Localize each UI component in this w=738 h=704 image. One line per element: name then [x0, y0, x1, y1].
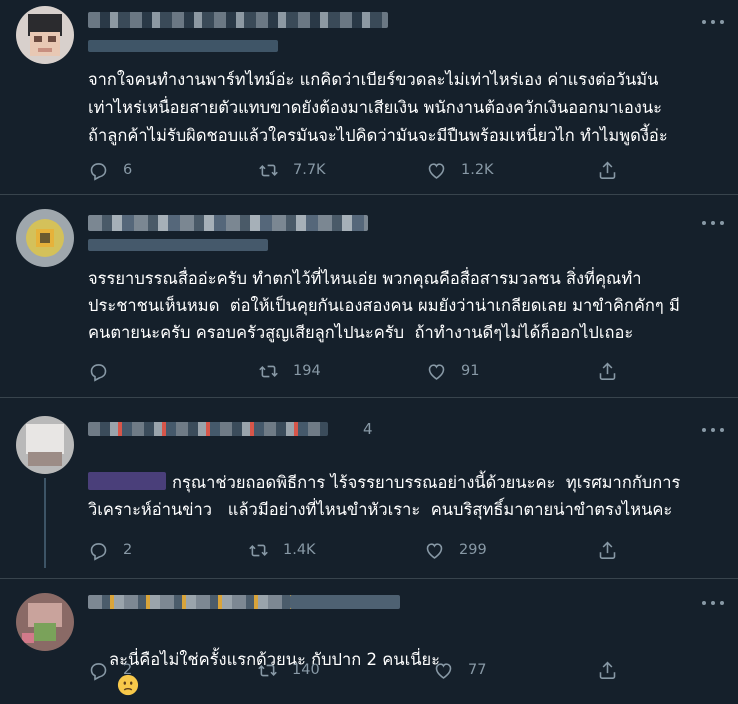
tweet-text-line: จากใจคนทำงานพาร์ทไทม์อ่ะ แกคิดว่าเบียร์ข…: [88, 70, 659, 89]
reply-count: 2: [123, 662, 133, 678]
more-icon[interactable]: [702, 18, 724, 26]
author-name-blurred[interactable]: [88, 215, 368, 231]
avatar[interactable]: [16, 416, 74, 474]
tweet-actions: 2 1.4K 299: [88, 538, 728, 562]
share-icon: [599, 362, 616, 380]
retweet-button[interactable]: 1.4K: [248, 538, 316, 562]
share-button[interactable]: [597, 158, 632, 182]
more-icon[interactable]: [702, 599, 724, 607]
author-handle-blurred: [88, 40, 278, 52]
tweet-3[interactable]: 4 กรุณาช่วยถอดพิธีการ ไร้จรรยาบรรณอย่างน…: [0, 398, 738, 578]
tweet-4[interactable]: ละนี่คือไม่ใช่ครั้งแรกด้วยนะ กับปาก 2 คน…: [0, 579, 738, 704]
author-name-blurred[interactable]: [88, 422, 328, 436]
share-icon: [599, 541, 616, 559]
retweet-count: 140: [292, 662, 320, 678]
reply-count: 6: [123, 162, 133, 178]
author-name-blurred[interactable]: [88, 12, 388, 28]
tweet-text-line: ประชาชนเห็นหมด ต่อให้เป็นคุยกันเองสองคน …: [88, 296, 680, 315]
avatar[interactable]: [16, 209, 74, 267]
tweet-actions: 194 91: [88, 359, 728, 383]
author-handle-blurred: [88, 239, 268, 251]
reply-icon: [90, 662, 107, 681]
tweet-text-line: ถ้าลูกค้าไม่รับผิดชอบแล้วใครมันจะไปคิดว่…: [88, 126, 668, 145]
tweet-text-line: จรรยาบรรณสื่ออ่ะครับ ทำตกไว้ที่ไหนเอ่ย พ…: [88, 269, 642, 288]
tweet-text-line: คนตายนะครับ ครอบครัวสูญเสียลูกไปนะครับ ถ…: [88, 323, 634, 342]
like-count: 1.2K: [461, 162, 494, 178]
tweet-actions: 6 7.7K 1.2K: [88, 158, 728, 182]
like-button[interactable]: 1.2K: [426, 158, 494, 182]
retweet-count: 1.4K: [283, 542, 316, 558]
reply-icon: [90, 363, 107, 382]
retweet-icon: [249, 544, 268, 556]
avatar[interactable]: [16, 593, 74, 651]
heart-icon: [428, 363, 445, 380]
reply-count: 2: [123, 542, 133, 558]
retweet-icon: [259, 365, 278, 377]
like-count: 77: [468, 662, 487, 678]
reply-button[interactable]: [88, 359, 123, 383]
more-icon[interactable]: [702, 426, 724, 434]
tweet-text-line: วิเคราะห์อ่านข่าว แล้วมีอย่างที่ไหนขำหัว…: [88, 500, 673, 519]
retweet-icon: [258, 664, 277, 676]
retweet-count: 7.7K: [293, 162, 326, 178]
author-name-blurred[interactable]: [88, 595, 318, 609]
tweet-text-line: เท่าไหร่เหนื่อยสายตัวแทบขาดยังต้องมาเสีย…: [88, 98, 662, 117]
like-button[interactable]: 91: [426, 359, 479, 383]
share-button[interactable]: [597, 359, 632, 383]
retweet-button[interactable]: 140: [257, 658, 320, 682]
reply-icon: [90, 162, 107, 181]
tweet-actions: 2 140 77: [88, 658, 728, 682]
share-icon: [599, 161, 616, 179]
thread-line: [44, 478, 46, 568]
reply-button[interactable]: 2: [88, 538, 132, 562]
author-handle-blurred: [290, 595, 400, 609]
like-count: 91: [461, 363, 480, 379]
reply-button[interactable]: 2: [88, 658, 132, 682]
mention-blurred[interactable]: [88, 472, 166, 490]
share-button[interactable]: [597, 658, 632, 682]
retweet-button[interactable]: 194: [258, 359, 321, 383]
like-button[interactable]: 77: [433, 658, 486, 682]
reply-icon: [90, 542, 107, 561]
avatar[interactable]: [16, 6, 74, 64]
header-suffix: 4: [363, 420, 373, 438]
share-button[interactable]: [597, 538, 632, 562]
tweet-2[interactable]: จรรยาบรรณสื่ออ่ะครับ ทำตกไว้ที่ไหนเอ่ย พ…: [0, 195, 738, 395]
tweet-1[interactable]: จากใจคนทำงานพาร์ทไทม์อ่ะ แกคิดว่าเบียร์ข…: [0, 0, 738, 194]
tweet-text-line: กรุณาช่วยถอดพิธีการ ไร้จรรยาบรรณอย่างนี้…: [172, 473, 681, 492]
like-button[interactable]: 299: [424, 538, 487, 562]
retweet-icon: [259, 164, 278, 176]
more-icon[interactable]: [702, 219, 724, 227]
heart-icon: [435, 662, 452, 679]
share-icon: [599, 661, 616, 679]
retweet-count: 194: [293, 363, 321, 379]
heart-icon: [426, 542, 443, 559]
retweet-button[interactable]: 7.7K: [258, 158, 326, 182]
heart-icon: [428, 162, 445, 179]
reply-button[interactable]: 6: [88, 158, 132, 182]
like-count: 299: [459, 542, 487, 558]
